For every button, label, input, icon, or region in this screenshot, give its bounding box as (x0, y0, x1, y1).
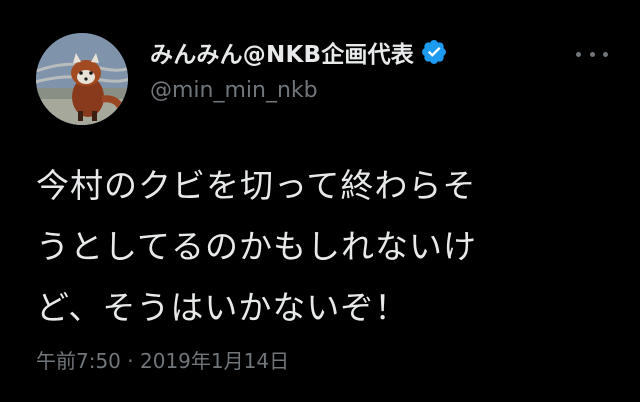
author-handle[interactable]: @min_min_nkb (150, 78, 318, 103)
tweet-date[interactable]: 2019年1月14日 (140, 349, 289, 373)
author-name-row[interactable]: みんみん@NKB企画代表 (150, 34, 448, 70)
more-options-icon[interactable] (576, 44, 608, 64)
meta-separator: · (120, 349, 140, 373)
red-panda-avatar-icon (36, 33, 128, 125)
tweet-text: 今村のクビを切って終わらそ うとしてるのかもしれないけ ど、そうはいかないぞ！ (36, 166, 478, 327)
tweet-time[interactable]: 午前7:50 (36, 349, 121, 373)
verified-badge-icon (420, 38, 448, 66)
avatar[interactable] (36, 33, 128, 125)
display-name[interactable]: みんみん@NKB企画代表 (150, 35, 414, 69)
dot-icon (589, 51, 595, 57)
tweet-card: みんみん@NKB企画代表 @min_min_nkb 今村のクビを切って終わらそ … (0, 0, 640, 402)
dot-icon (576, 51, 581, 57)
tweet-timestamp[interactable]: 午前7:50 · 2019年1月14日 (36, 345, 289, 374)
dot-icon (603, 51, 608, 57)
